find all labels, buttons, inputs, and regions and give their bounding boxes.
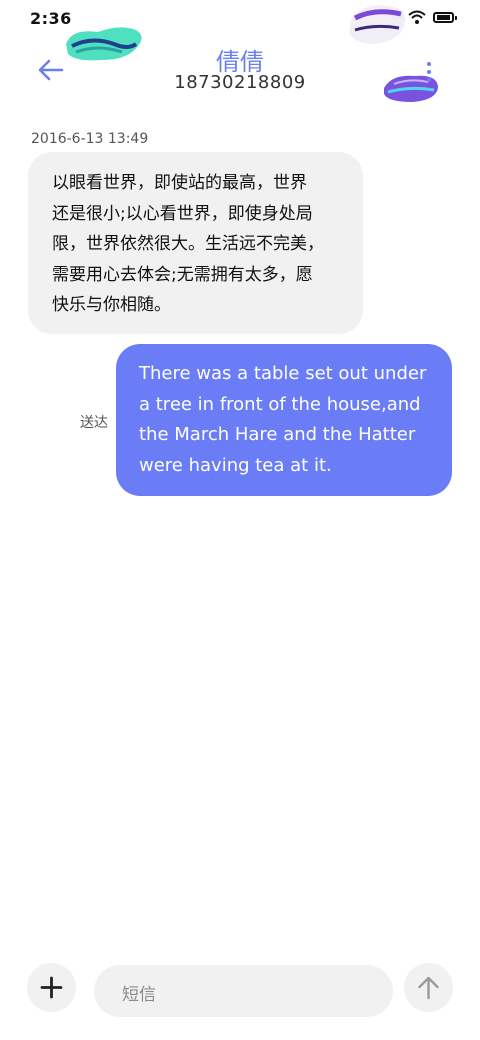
message-input[interactable]: 短信 <box>94 965 393 1017</box>
message-line: 以眼看世界，即使站的最高，世界 <box>52 173 307 193</box>
conversation-header: 倩倩 18730218809 <box>0 38 480 108</box>
message-timestamp: 2016-6-13 13:49 <box>31 131 149 147</box>
incoming-message-bubble[interactable]: 以眼看世界，即使站的最高，世界 还是很小;以心看世界，即使身处局 限，世界依然很… <box>28 152 363 334</box>
message-line: the March Hare and the Hatter <box>139 424 416 445</box>
more-vertical-icon <box>420 60 438 90</box>
contact-number: 18730218809 <box>174 72 306 93</box>
message-input-placeholder: 短信 <box>122 985 156 1005</box>
outgoing-message-bubble[interactable]: There was a table set out under a tree i… <box>116 344 452 496</box>
add-attachment-button[interactable] <box>27 963 76 1012</box>
send-button[interactable] <box>404 963 453 1012</box>
message-line: a tree in front of the house,and <box>139 393 421 415</box>
message-line: There was a table set out under <box>139 363 427 384</box>
message-line: 需要用心去体会;无需拥有太多，愿 <box>52 264 313 285</box>
battery-icon <box>433 11 457 23</box>
message-line: 还是很小;以心看世界，即使身处局 <box>52 203 313 224</box>
delivery-status: 送达 <box>80 415 108 431</box>
message-line: 限，世界依然很大。生活远不完美， <box>52 234 324 254</box>
message-line: were having tea at it. <box>139 454 332 476</box>
arrow-up-icon <box>416 974 441 1001</box>
more-options-button[interactable] <box>420 60 438 90</box>
plus-icon <box>39 975 64 1000</box>
message-line: 快乐与你相随。 <box>52 295 171 315</box>
